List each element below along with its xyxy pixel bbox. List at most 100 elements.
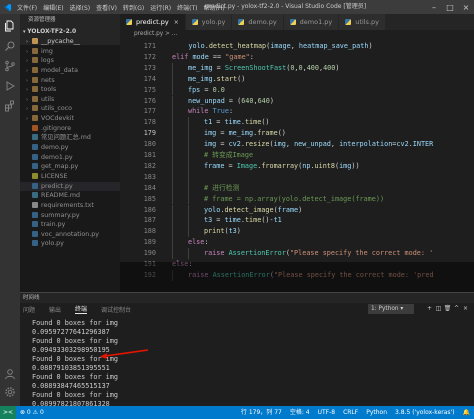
close-window-icon[interactable]: × bbox=[458, 0, 474, 14]
code-editor[interactable]: 171 yolo.detect_heatmap(image, heatmap_s… bbox=[120, 39, 474, 292]
terminal-select-value: 1: Python bbox=[371, 306, 399, 312]
indent-guide bbox=[172, 171, 173, 183]
close-panel-icon[interactable]: × bbox=[461, 304, 470, 314]
tree-item-label: predict.py bbox=[41, 182, 73, 190]
tab-label: demo.py bbox=[248, 18, 277, 26]
maximize-icon[interactable]: □ bbox=[442, 0, 458, 14]
panel-tab[interactable]: 问题 bbox=[23, 305, 35, 314]
source-control-icon[interactable] bbox=[4, 60, 16, 72]
timeline-header[interactable]: 时间线 bbox=[20, 293, 474, 303]
status-item[interactable]: CRLF bbox=[339, 406, 362, 419]
explorer-icon[interactable] bbox=[4, 20, 16, 32]
tab[interactable]: predict.py × bbox=[120, 14, 186, 30]
line-number: 179 bbox=[143, 129, 156, 138]
status-item[interactable]: Python bbox=[362, 406, 391, 419]
indent-guide bbox=[188, 193, 189, 205]
tab[interactable]: utils.py bbox=[339, 14, 386, 30]
split-terminal-icon[interactable]: ◫ bbox=[434, 304, 443, 314]
code-text: fps = 0.0 bbox=[188, 85, 225, 94]
tree-item[interactable]: 常见问题汇总.md bbox=[20, 133, 120, 143]
txt-file-icon bbox=[32, 201, 38, 208]
menu-item[interactable]: 编辑(E) bbox=[40, 3, 66, 12]
editor-tabs: predict.py × yolo.py demo.py demo1.py utils.p… bbox=[120, 14, 474, 30]
line-number: 190 bbox=[143, 249, 156, 258]
py-file-icon bbox=[32, 144, 38, 151]
tree-item[interactable]: LICENSE bbox=[20, 172, 120, 182]
tree-item[interactable]: › VOCdevkit bbox=[20, 114, 120, 124]
tree-item[interactable]: demo1.py bbox=[20, 153, 120, 163]
settings-gear-icon[interactable] bbox=[4, 386, 16, 398]
new-terminal-icon[interactable]: + bbox=[425, 304, 434, 314]
code-line: 182 frame = Image.fromarray(np.uint8(img)… bbox=[120, 160, 474, 172]
indent-guide bbox=[188, 248, 189, 259]
indent-guide bbox=[188, 160, 189, 172]
tree-item[interactable]: › img bbox=[20, 47, 120, 57]
code-text: me_img = ScreenShootFast(0,0,400,400) bbox=[188, 63, 340, 72]
tree-item[interactable]: › tools bbox=[20, 85, 120, 95]
tree-item-label: logs bbox=[41, 57, 54, 65]
tab[interactable]: yolo.py bbox=[185, 14, 233, 30]
indent-guide bbox=[188, 139, 189, 150]
status-item[interactable]: UTF-8 bbox=[314, 406, 340, 419]
breadcrumb[interactable]: predict.py > ... bbox=[120, 30, 474, 39]
tree-item[interactable]: summary.py bbox=[20, 211, 120, 221]
tree-item[interactable]: › model_data bbox=[20, 66, 120, 76]
search-icon[interactable] bbox=[4, 40, 16, 52]
project-root[interactable]: ▾ YOLOX-TF2-2.0 bbox=[20, 26, 120, 37]
tree-item-label: summary.py bbox=[41, 211, 80, 219]
tab[interactable]: demo.py bbox=[232, 14, 284, 30]
folder-icon bbox=[32, 95, 38, 102]
tree-item[interactable]: voc_annotation.py bbox=[20, 230, 120, 240]
tree-item[interactable]: predict.py bbox=[20, 181, 120, 192]
menu-item[interactable]: 文件(F) bbox=[14, 3, 40, 12]
tree-item[interactable]: › utils bbox=[20, 95, 120, 105]
tab[interactable]: demo1.py bbox=[283, 14, 340, 30]
line-number: 187 bbox=[143, 216, 156, 225]
menu-item[interactable]: 查看(V) bbox=[93, 3, 120, 12]
indent-guide bbox=[188, 117, 189, 129]
tree-item[interactable]: get_map.py bbox=[20, 162, 120, 172]
code-line: 189 else: bbox=[120, 237, 474, 249]
tree-item[interactable]: › __pycache__ bbox=[20, 37, 120, 47]
problems-count[interactable]: ⊗ 0 ⚠ 0 bbox=[16, 406, 48, 419]
code-text: else: bbox=[172, 260, 193, 268]
trash-icon[interactable]: 🗑 bbox=[443, 304, 452, 314]
project-name: YOLOX-TF2-2.0 bbox=[27, 28, 77, 35]
panel-tab[interactable]: 输出 bbox=[49, 305, 61, 314]
maximize-panel-icon[interactable]: ^ bbox=[452, 304, 461, 314]
tree-item-label: utils bbox=[41, 95, 55, 103]
tree-item-label: demo.py bbox=[41, 144, 69, 152]
tree-item[interactable]: › utils_coco bbox=[20, 104, 120, 114]
remote-icon[interactable]: >< bbox=[0, 406, 16, 419]
panel-tab[interactable]: 调试控制台 bbox=[101, 305, 131, 314]
tree-item[interactable]: › logs bbox=[20, 56, 120, 66]
py-file-icon bbox=[32, 211, 38, 218]
menu-item[interactable]: 选择(S) bbox=[67, 3, 94, 12]
menu-item[interactable]: 转到(G) bbox=[120, 3, 147, 12]
tree-item[interactable]: yolo.py bbox=[20, 239, 120, 249]
status-item[interactable]: 空格: 4 bbox=[286, 406, 314, 419]
run-debug-icon[interactable] bbox=[4, 80, 16, 92]
tree-item[interactable]: train.py bbox=[20, 220, 120, 230]
panel-tab[interactable]: 终端 bbox=[75, 304, 88, 314]
account-icon[interactable] bbox=[4, 368, 16, 380]
minimize-icon[interactable]: – bbox=[426, 0, 442, 14]
tree-item[interactable]: .gitignore bbox=[20, 124, 120, 134]
activity-bar bbox=[0, 14, 20, 406]
menu-item[interactable]: 终端(T) bbox=[174, 3, 200, 12]
tree-item[interactable]: demo.py bbox=[20, 143, 120, 153]
close-tab-icon[interactable]: × bbox=[174, 19, 179, 26]
tree-item[interactable]: requirements.txt bbox=[20, 201, 120, 211]
python-file-icon bbox=[289, 19, 296, 25]
terminal-select[interactable]: 1: Python ▾ bbox=[368, 304, 414, 314]
tree-item[interactable]: README.md bbox=[20, 191, 120, 201]
notifications-bell-icon[interactable]: 🔔 bbox=[459, 406, 474, 419]
tree-item[interactable]: › nets bbox=[20, 76, 120, 86]
git-file-icon bbox=[32, 124, 38, 131]
indent-guide bbox=[172, 84, 173, 96]
status-item[interactable]: 3.8.5 ('yolox-keras') bbox=[391, 406, 458, 419]
extensions-icon[interactable] bbox=[4, 100, 16, 112]
python-file-icon bbox=[345, 19, 352, 25]
menu-item[interactable]: 运行(R) bbox=[147, 3, 174, 12]
status-item[interactable]: 行 179，列 77 bbox=[237, 406, 286, 419]
